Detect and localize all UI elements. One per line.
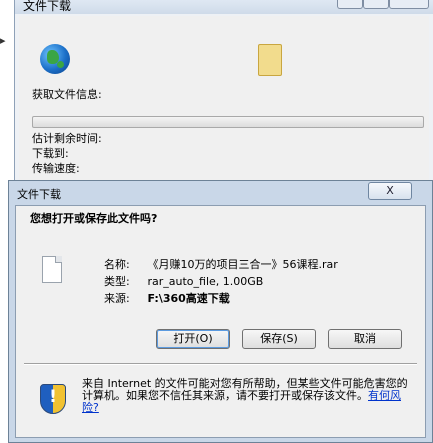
download-to-label: 下载到: xyxy=(32,147,69,160)
maximize-icon[interactable] xyxy=(363,0,389,9)
file-name-label: 名称: xyxy=(104,258,130,271)
dialog-title: 文件下载 xyxy=(17,188,61,201)
file-type-row: 类型: rar_auto_file, 1.00GB xyxy=(104,273,263,289)
dialog-body: 您想打开或保存此文件吗? 名称: 《月赚10万的项目三合一》56课程.rar 类… xyxy=(15,205,426,438)
background-window-title: 文件下载 xyxy=(23,0,72,13)
transfer-rate-label: 传输速度: xyxy=(32,162,80,175)
file-type-label: 类型: xyxy=(104,275,130,288)
cancel-button[interactable]: 取消 xyxy=(328,329,402,349)
dialog-close-button[interactable]: X xyxy=(368,182,412,200)
dialog-separator xyxy=(24,363,417,365)
file-type-value: rar_auto_file, 1.00GB xyxy=(147,275,264,288)
dialog-titlebar: 文件下载 X xyxy=(9,181,432,205)
file-source-row: 来源: F:\360高速下载 xyxy=(104,290,230,306)
minimize-icon[interactable] xyxy=(337,0,363,9)
getting-info-label: 获取文件信息: xyxy=(32,88,102,101)
expand-arrow-icon[interactable]: ▸ xyxy=(0,34,6,47)
file-source-value: F:\360高速下载 xyxy=(147,292,230,305)
download-progress-bar xyxy=(32,116,424,128)
globe-icon xyxy=(40,44,70,74)
file-name-value: 《月赚10万的项目三合一》56课程.rar xyxy=(147,258,338,271)
file-source-label: 来源: xyxy=(104,292,130,305)
folder-icon xyxy=(258,44,282,76)
security-warning-text: 来自 Internet 的文件可能对您有所帮助，但某些文件可能危害您的计算机。如… xyxy=(82,377,408,402)
close-icon: X xyxy=(386,184,394,197)
security-shield-icon xyxy=(40,384,66,414)
file-download-dialog: 文件下载 X 您想打开或保存此文件吗? 名称: 《月赚10万的项目三合一》56课… xyxy=(8,180,433,443)
background-titlebar: 文件下载 xyxy=(15,0,433,14)
file-icon xyxy=(42,256,62,283)
open-button[interactable]: 打开(O) xyxy=(156,329,230,349)
close-icon[interactable] xyxy=(389,0,429,9)
security-warning: 来自 Internet 的文件可能对您有所帮助，但某些文件可能危害您的计算机。如… xyxy=(82,378,412,414)
time-left-label: 估计剩余时间: xyxy=(32,132,102,145)
save-button[interactable]: 保存(S) xyxy=(242,329,316,349)
dialog-question: 您想打开或保存此文件吗? xyxy=(30,212,158,225)
file-name-row: 名称: 《月赚10万的项目三合一》56课程.rar xyxy=(104,256,338,272)
